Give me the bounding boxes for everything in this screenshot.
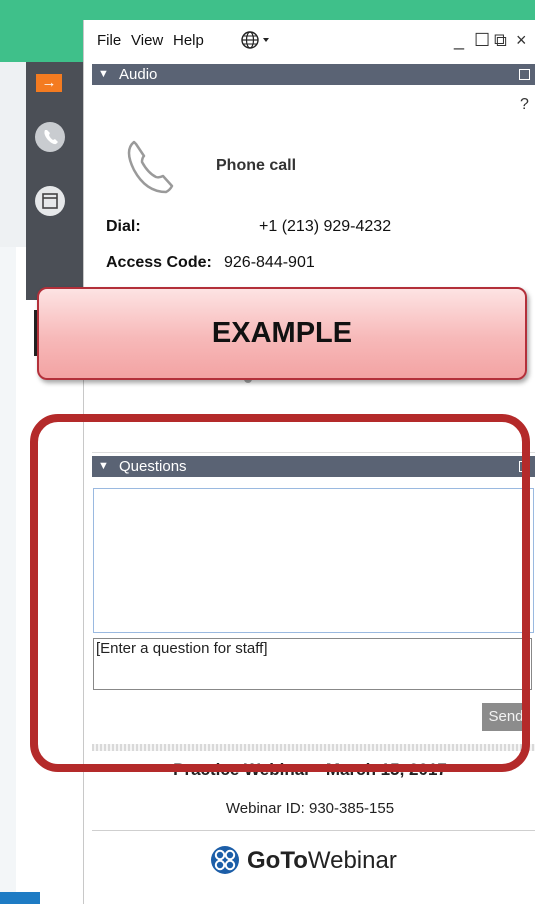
menu-view[interactable]: View: [131, 32, 163, 49]
dial-label: Dial:: [106, 218, 141, 235]
menu-help[interactable]: Help: [173, 32, 204, 49]
maximize-button[interactable]: ☐: [474, 30, 490, 51]
window-icon[interactable]: [35, 186, 65, 216]
background-left-strip: [0, 247, 16, 904]
divider: [92, 830, 535, 831]
dial-number: +1 (213) 929-4232: [259, 218, 392, 235]
close-button[interactable]: ×: [516, 30, 527, 51]
highlight-outline: [30, 414, 530, 772]
brand-regular: Webinar: [307, 847, 397, 874]
popout-icon[interactable]: [519, 69, 530, 80]
phone-handset-icon: [120, 136, 182, 203]
globe-icon[interactable]: [240, 30, 274, 55]
audio-title: Audio: [119, 66, 158, 83]
brand-name: GoToWebinar: [247, 847, 397, 875]
background-blue-edge: [0, 892, 40, 904]
menu-bar: File View Help _ ☐ ⧉ ×: [84, 20, 535, 60]
phone-icon[interactable]: [35, 122, 65, 152]
webinar-id: Webinar ID: 930-385-155: [225, 800, 395, 817]
brand-bold: GoTo: [247, 847, 308, 874]
access-code-value: 926-844-901: [224, 254, 315, 271]
access-code-label: Access Code:: [106, 254, 212, 271]
example-banner: EXAMPLE: [37, 287, 527, 380]
audio-section-header[interactable]: ▼ Audio: [92, 64, 535, 85]
popout-button[interactable]: ⧉: [494, 30, 507, 51]
collapse-triangle-icon[interactable]: ▼: [98, 64, 109, 85]
control-sidebar: →: [26, 62, 90, 300]
help-icon[interactable]: ?: [520, 96, 529, 114]
menu-file[interactable]: File: [97, 32, 121, 49]
arrow-right-icon[interactable]: →: [36, 74, 62, 92]
gotowebinar-flower-icon: [209, 845, 241, 880]
minimize-button[interactable]: _: [454, 30, 464, 51]
phone-call-label[interactable]: Phone call: [216, 157, 296, 175]
